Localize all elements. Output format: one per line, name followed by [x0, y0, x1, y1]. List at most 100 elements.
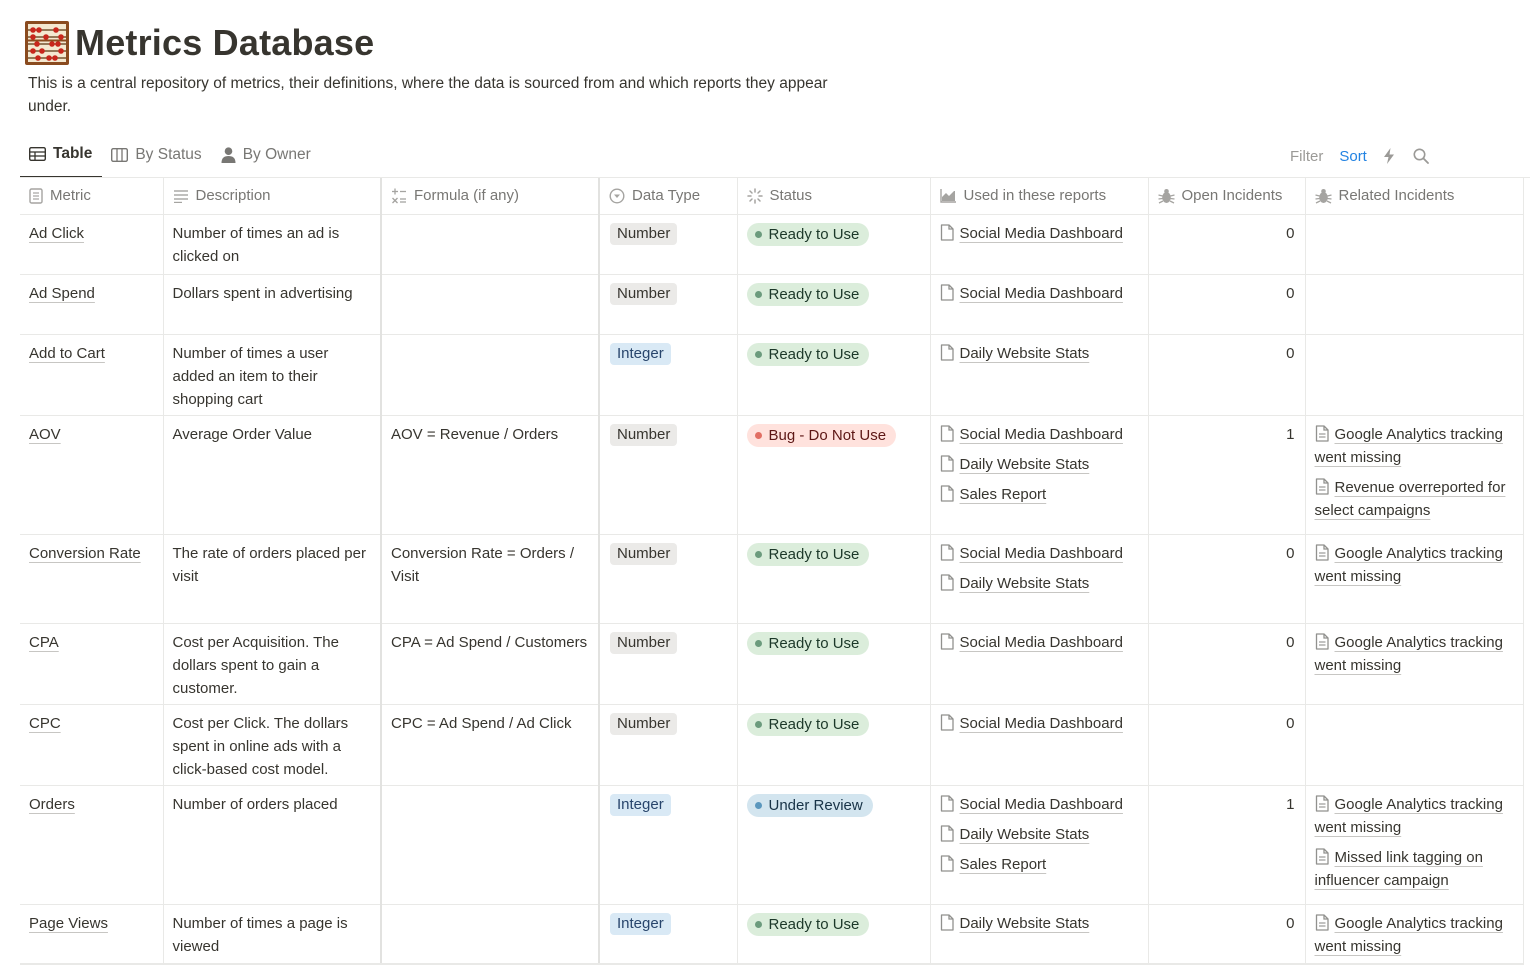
description-cell[interactable]: Number of times a user added an item to … [163, 334, 382, 416]
data-type-cell[interactable]: Number [599, 704, 738, 786]
column-header-related-incidents[interactable]: Related Incidents [1305, 178, 1524, 215]
open-incidents-cell[interactable]: 0 [1148, 623, 1306, 705]
metric-name[interactable]: Ad Click [29, 225, 84, 242]
related-incidents-cell[interactable]: Google Analytics tracking went missing [1305, 534, 1524, 624]
lightning-icon[interactable] [1383, 148, 1395, 164]
description-cell[interactable]: Average Order Value [163, 415, 382, 535]
status-cell[interactable]: Ready to Use [737, 534, 931, 624]
status-cell[interactable]: Ready to Use [737, 334, 931, 416]
metric-cell[interactable]: CPA [20, 623, 164, 705]
data-type-cell[interactable]: Integer [599, 334, 738, 416]
open-incidents-cell[interactable]: 0 [1148, 274, 1306, 335]
table-row[interactable]: CPA Cost per Acquisition. The dollars spe… [20, 623, 1524, 705]
metric-cell[interactable]: Add to Cart [20, 334, 164, 416]
open-incidents-cell[interactable]: 0 [1148, 214, 1306, 275]
page-title[interactable]: Metrics Database [75, 22, 374, 64]
table-row[interactable]: Ad Spend Dollars spent in advertising Numb… [20, 274, 1524, 335]
metric-name[interactable]: Page Views [29, 915, 108, 932]
description-cell[interactable]: Number of times an ad is clicked on [163, 214, 382, 275]
description-cell[interactable]: Cost per Click. The dollars spent in onl… [163, 704, 382, 786]
report-link[interactable]: Social Media Dashboard [940, 793, 1139, 816]
column-header-metric[interactable]: Metric [20, 178, 164, 215]
abacus-icon[interactable] [24, 20, 70, 66]
data-type-cell[interactable]: Integer [599, 904, 738, 965]
reports-cell[interactable]: Social Media Dashboard [930, 214, 1149, 275]
column-header-status[interactable]: Status [737, 178, 931, 215]
related-incidents-cell[interactable] [1305, 334, 1524, 416]
formula-cell[interactable] [381, 785, 600, 905]
incident-link[interactable]: Revenue overreported for select campaign… [1315, 476, 1514, 522]
description-cell[interactable]: Number of orders placed [163, 785, 382, 905]
related-incidents-cell[interactable]: Google Analytics tracking went missing [1305, 904, 1524, 965]
related-incidents-cell[interactable]: Google Analytics tracking went missing Mi… [1305, 785, 1524, 905]
metric-name[interactable]: AOV [29, 426, 61, 443]
reports-cell[interactable]: Social Media Dashboard [930, 623, 1149, 705]
metric-name[interactable]: CPC [29, 715, 61, 732]
formula-cell[interactable] [381, 334, 600, 416]
formula-cell[interactable]: CPA = Ad Spend / Customers [381, 623, 600, 705]
sort-button[interactable]: Sort [1339, 148, 1367, 165]
report-link[interactable]: Social Media Dashboard [940, 712, 1139, 735]
description-cell[interactable]: Cost per Acquisition. The dollars spent … [163, 623, 382, 705]
status-cell[interactable]: Under Review [737, 785, 931, 905]
incident-link[interactable]: Google Analytics tracking went missing [1315, 793, 1514, 839]
metric-name[interactable]: Ad Spend [29, 285, 95, 302]
incident-link[interactable]: Google Analytics tracking went missing [1315, 542, 1514, 588]
column-header-open-incidents[interactable]: Open Incidents [1148, 178, 1306, 215]
metric-name[interactable]: Add to Cart [29, 345, 105, 362]
status-cell[interactable]: Ready to Use [737, 214, 931, 275]
open-incidents-cell[interactable]: 0 [1148, 704, 1306, 786]
report-link[interactable]: Sales Report [940, 483, 1139, 506]
metric-cell[interactable]: Ad Click [20, 214, 164, 275]
report-link[interactable]: Social Media Dashboard [940, 423, 1139, 446]
report-link[interactable]: Daily Website Stats [940, 453, 1139, 476]
table-row[interactable]: Page Views Number of times a page is view… [20, 904, 1524, 965]
reports-cell[interactable]: Daily Website Stats [930, 334, 1149, 416]
formula-cell[interactable] [381, 214, 600, 275]
table-row[interactable]: Orders Number of orders placed Integer Unde… [20, 785, 1524, 905]
status-cell[interactable]: Ready to Use [737, 274, 931, 335]
formula-cell[interactable] [381, 904, 600, 965]
metric-cell[interactable]: Ad Spend [20, 274, 164, 335]
reports-cell[interactable]: Social Media Dashboard Daily Website Stat… [930, 785, 1149, 905]
formula-cell[interactable]: Conversion Rate = Orders / Visit [381, 534, 600, 624]
metric-cell[interactable]: Orders [20, 785, 164, 905]
metric-cell[interactable]: Page Views [20, 904, 164, 965]
description-cell[interactable]: Dollars spent in advertising [163, 274, 382, 335]
open-incidents-cell[interactable]: 1 [1148, 785, 1306, 905]
open-incidents-cell[interactable]: 0 [1148, 534, 1306, 624]
search-icon[interactable] [1413, 148, 1429, 164]
column-header-data-type[interactable]: Data Type [599, 178, 738, 215]
reports-cell[interactable]: Social Media Dashboard [930, 704, 1149, 786]
incident-link[interactable]: Google Analytics tracking went missing [1315, 631, 1514, 677]
reports-cell[interactable]: Social Media Dashboard [930, 274, 1149, 335]
formula-cell[interactable] [381, 274, 600, 335]
formula-cell[interactable]: AOV = Revenue / Orders [381, 415, 600, 535]
metric-cell[interactable]: AOV [20, 415, 164, 535]
tab-table[interactable]: Table [20, 140, 103, 178]
report-link[interactable]: Daily Website Stats [940, 572, 1139, 595]
related-incidents-cell[interactable]: Google Analytics tracking went missing [1305, 623, 1524, 705]
data-type-cell[interactable]: Number [599, 415, 738, 535]
report-link[interactable]: Social Media Dashboard [940, 282, 1139, 305]
table-row[interactable]: Ad Click Number of times an ad is clicked… [20, 214, 1524, 275]
report-link[interactable]: Daily Website Stats [940, 342, 1139, 365]
metric-cell[interactable]: CPC [20, 704, 164, 786]
report-link[interactable]: Sales Report [940, 853, 1139, 876]
status-cell[interactable]: Bug - Do Not Use [737, 415, 931, 535]
related-incidents-cell[interactable] [1305, 274, 1524, 335]
report-link[interactable]: Social Media Dashboard [940, 222, 1139, 245]
column-header-formula[interactable]: Formula (if any) [381, 178, 600, 215]
metric-name[interactable]: Conversion Rate [29, 545, 141, 562]
metric-cell[interactable]: Conversion Rate [20, 534, 164, 624]
data-type-cell[interactable]: Number [599, 274, 738, 335]
column-header-reports[interactable]: Used in these reports [930, 178, 1149, 215]
related-incidents-cell[interactable] [1305, 704, 1524, 786]
formula-cell[interactable]: CPC = Ad Spend / Ad Click [381, 704, 600, 786]
data-type-cell[interactable]: Number [599, 214, 738, 275]
report-link[interactable]: Social Media Dashboard [940, 542, 1139, 565]
filter-button[interactable]: Filter [1290, 148, 1323, 165]
report-link[interactable]: Daily Website Stats [940, 823, 1139, 846]
open-incidents-cell[interactable]: 0 [1148, 904, 1306, 965]
data-type-cell[interactable]: Number [599, 534, 738, 624]
